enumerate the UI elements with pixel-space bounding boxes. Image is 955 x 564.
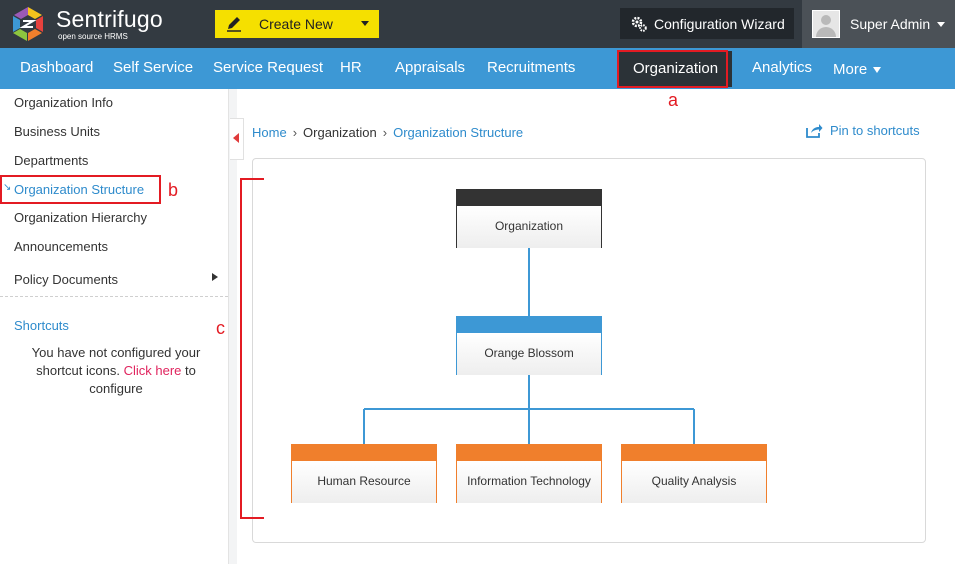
sidebar-item-departments[interactable]: Departments <box>14 153 88 168</box>
annotation-label-a: a <box>668 90 679 110</box>
shortcuts-title: Shortcuts <box>14 318 69 333</box>
configuration-wizard-label: Configuration Wizard <box>654 15 785 32</box>
user-menu[interactable]: Super Admin <box>802 0 955 48</box>
nav-analytics[interactable]: Analytics <box>752 48 812 89</box>
org-node-root[interactable]: Organization <box>456 189 602 248</box>
breadcrumb-home[interactable]: Home <box>252 125 287 140</box>
pin-to-shortcuts-label: Pin to shortcuts <box>830 123 920 138</box>
sidebar-divider <box>0 296 228 297</box>
sentrifugo-logo[interactable]: Sentrifugo open source HRMS <box>8 4 163 44</box>
annotation-label-c: c <box>216 318 225 338</box>
sidebar-item-organization-info[interactable]: Organization Info <box>14 95 113 110</box>
breadcrumb-current[interactable]: Organization Structure <box>393 125 523 140</box>
org-node-root-label: Organization <box>457 206 601 248</box>
breadcrumb: Home › Organization › Organization Structure <box>252 125 523 140</box>
user-name: Super Admin <box>850 16 931 32</box>
configuration-wizard-button[interactable]: Configuration Wizard <box>620 8 794 39</box>
org-node-department-label: Quality Analysis <box>622 461 766 503</box>
pin-to-shortcuts-link[interactable]: Pin to shortcuts <box>806 123 920 138</box>
collapse-sidebar-toggle[interactable] <box>230 118 244 160</box>
create-new-label: Create New <box>259 16 333 32</box>
breadcrumb-organization: Organization <box>303 125 377 140</box>
org-node-root-bar <box>457 190 601 206</box>
sidebar-item-policy-documents[interactable]: Policy Documents <box>14 272 118 287</box>
nav-dashboard[interactable]: Dashboard <box>20 48 93 89</box>
org-node-department[interactable]: Human Resource <box>291 444 437 503</box>
org-node-department-bar <box>457 445 601 461</box>
org-node-department[interactable]: Quality Analysis <box>621 444 767 503</box>
chevron-down-icon <box>873 67 882 74</box>
annotation-box-b <box>0 175 161 204</box>
gear-icon <box>631 16 647 32</box>
chevron-down-icon <box>937 22 945 27</box>
org-node-business-unit-bar <box>457 317 601 333</box>
chevron-down-icon <box>361 21 369 26</box>
edit-icon <box>227 17 241 32</box>
shortcuts-configure-link[interactable]: Click here <box>124 363 182 378</box>
annotation-box-a <box>617 50 728 88</box>
share-icon <box>806 124 823 138</box>
avatar <box>812 10 840 38</box>
breadcrumb-separator: › <box>382 125 388 140</box>
org-node-department-bar <box>292 445 436 461</box>
nav-self-service[interactable]: Self Service <box>113 48 193 89</box>
org-structure-panel: Organization Orange Blossom Human Resour… <box>252 158 926 543</box>
org-node-department-label: Human Resource <box>292 461 436 503</box>
nav-recruitments[interactable]: Recruitments <box>487 48 575 89</box>
create-new-button[interactable]: Create New <box>215 10 379 38</box>
content-gutter <box>229 89 237 564</box>
annotation-bracket-c <box>240 178 264 519</box>
annotation-label-b: b <box>168 180 179 200</box>
app-name: Sentrifugo <box>56 5 163 32</box>
app-tagline: open source HRMS <box>58 31 128 41</box>
sidebar: Organization Info Business Units Departm… <box>0 89 229 564</box>
nav-service-request[interactable]: Service Request <box>213 48 323 89</box>
nav-appraisals[interactable]: Appraisals <box>395 48 465 89</box>
org-node-business-unit[interactable]: Orange Blossom <box>456 316 602 375</box>
org-node-department[interactable]: Information Technology <box>456 444 602 503</box>
shortcuts-message: You have not configured your shortcut ic… <box>14 344 218 398</box>
main-nav: Dashboard Self Service Service Request H… <box>0 48 955 89</box>
org-node-department-label: Information Technology <box>457 461 601 503</box>
nav-more[interactable]: More <box>833 50 882 91</box>
top-bar: Sentrifugo open source HRMS Create New C… <box>0 0 955 48</box>
org-node-department-bar <box>622 445 766 461</box>
nav-more-label: More <box>833 61 868 78</box>
breadcrumb-separator: › <box>292 125 298 140</box>
sidebar-item-announcements[interactable]: Announcements <box>14 239 108 254</box>
org-node-business-unit-label: Orange Blossom <box>457 333 601 375</box>
nav-hr[interactable]: HR <box>340 48 362 89</box>
sidebar-item-organization-hierarchy[interactable]: Organization Hierarchy <box>14 210 147 225</box>
sidebar-item-business-units[interactable]: Business Units <box>14 124 100 139</box>
chevron-right-icon[interactable] <box>212 273 218 281</box>
sentrifugo-logo-icon <box>12 6 44 42</box>
